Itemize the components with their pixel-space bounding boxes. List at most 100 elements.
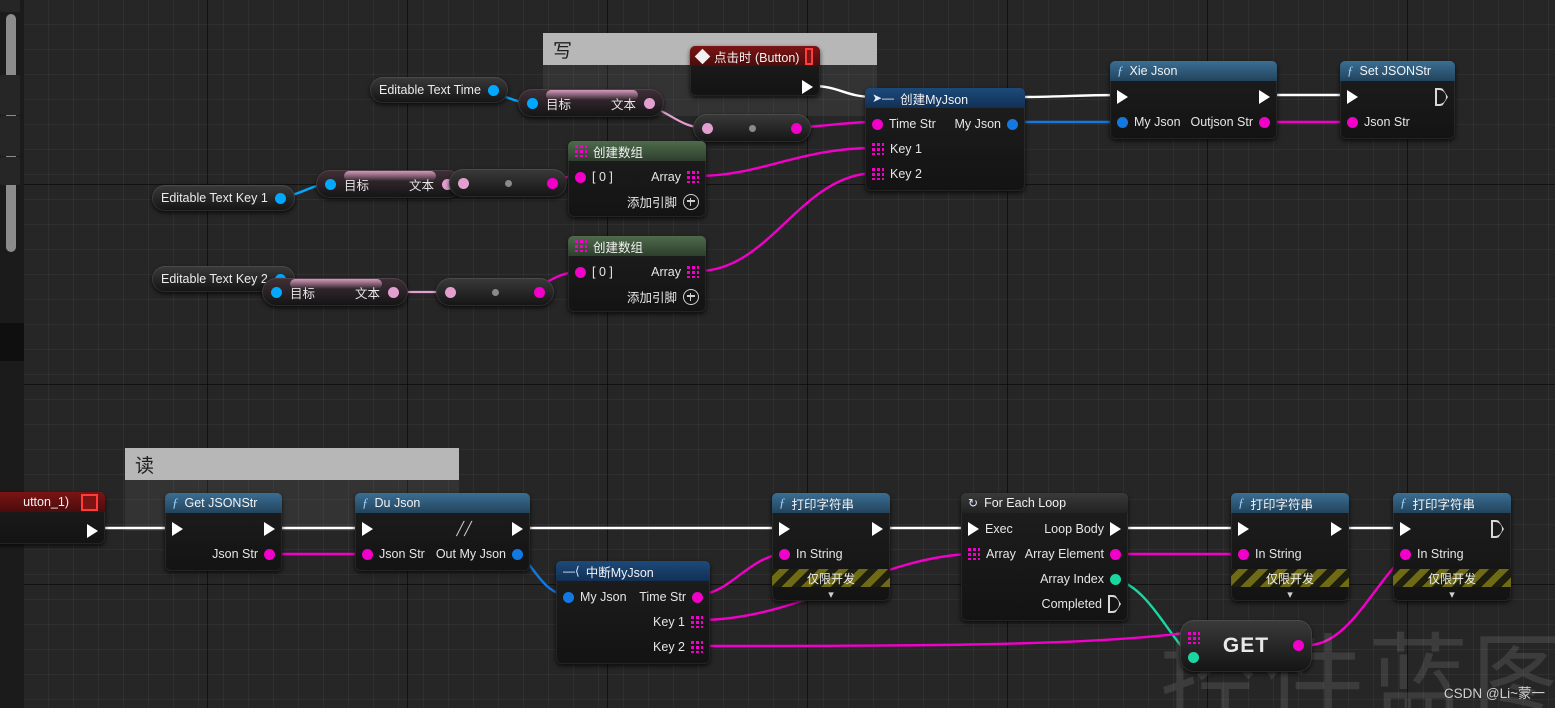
append-out-pin[interactable] [534, 286, 545, 298]
event-stop-button[interactable] [81, 493, 98, 511]
node-get-text-key1[interactable]: 目标 文本 [316, 170, 462, 198]
exec-in-pin[interactable] [1238, 522, 1249, 536]
item-out-pin[interactable] [1293, 640, 1304, 651]
target-label: 目标 [290, 286, 316, 301]
in-string-pin[interactable] [779, 548, 790, 560]
node-append-key2[interactable] [436, 278, 554, 306]
exec-out-pin[interactable] [87, 524, 98, 538]
append-mid-pin[interactable] [491, 288, 499, 296]
exec-out-pin[interactable] [1435, 88, 1448, 106]
array-in-pin[interactable] [968, 548, 980, 560]
array-out-pin[interactable] [687, 266, 699, 278]
time-str-in-pin[interactable] [872, 118, 883, 130]
json-str-in-pin[interactable] [1347, 116, 1358, 128]
node-make-array-1[interactable]: 创建数组 [ 0 ] Array 添加引脚 [568, 141, 706, 217]
node-print-string-3[interactable]: ƒ 打印字符串 In String 仅限开发 ▾ [1393, 493, 1511, 601]
in-string-pin[interactable] [1400, 548, 1411, 560]
development-only-banner: 仅限开发 [1393, 569, 1511, 587]
node-get-text-time[interactable]: 目标 文本 [518, 89, 664, 117]
completed-out-pin[interactable] [1108, 595, 1121, 613]
node-print-string-2[interactable]: ƒ 打印字符串 In String 仅限开发 ▾ [1231, 493, 1349, 601]
json-str-in-pin[interactable] [362, 548, 373, 560]
text-out-pin[interactable] [388, 286, 399, 298]
node-get-text-key2[interactable]: 目标 文本 [262, 278, 408, 306]
variable-label: Editable Text Time [379, 83, 481, 97]
array-out-pin[interactable] [687, 171, 699, 183]
exec-out-pin[interactable] [264, 522, 275, 536]
exec-in-pin[interactable] [968, 522, 979, 536]
index-in-pin[interactable] [1188, 652, 1199, 663]
key2-in-pin[interactable] [872, 168, 884, 180]
event-stop-button[interactable] [805, 47, 813, 65]
array-element-out-pin[interactable] [1110, 548, 1121, 560]
in-string-pin[interactable] [1238, 548, 1249, 560]
add-pin-button[interactable]: 添加引脚 [568, 188, 706, 211]
append-in-pin[interactable] [458, 177, 469, 189]
key2-out-pin[interactable] [691, 641, 703, 653]
append-mid-pin[interactable] [504, 179, 512, 187]
exec-in-pin[interactable] [172, 522, 183, 536]
widget-out-pin[interactable] [274, 192, 286, 204]
node-print-string-1[interactable]: ƒ 打印字符串 In String 仅限开发 ▾ [772, 493, 890, 601]
target-in-pin[interactable] [527, 97, 538, 109]
function-icon: ƒ [172, 495, 179, 510]
exec-out-pin[interactable] [802, 80, 813, 94]
node-on-clicked-button-1[interactable]: utton_1) [0, 492, 105, 544]
array-in-pin[interactable] [1188, 632, 1200, 644]
variable-label: Editable Text Key 1 [161, 191, 268, 205]
node-editable-text-time[interactable]: Editable Text Time [370, 77, 508, 103]
append-mid-pin[interactable] [748, 124, 756, 132]
function-icon: ƒ [362, 495, 369, 510]
exec-in-pin[interactable] [1117, 90, 1128, 104]
exec-out-pin[interactable] [872, 522, 883, 536]
node-du-json[interactable]: ƒ Du Json ╱╱ Json Str Out My Json [355, 493, 530, 571]
out-my-json-pin[interactable] [512, 548, 523, 560]
array-item-in-pin[interactable] [575, 171, 586, 183]
expand-chevron-icon[interactable]: ▾ [1393, 587, 1511, 601]
node-break-myjson[interactable]: —⟨ 中断MyJson My Json Time Str Key 1 Key 2 [556, 561, 710, 664]
add-pin-button[interactable]: 添加引脚 [568, 283, 706, 306]
exec-out-pin[interactable] [1331, 522, 1342, 536]
node-get-array-item[interactable]: GET [1180, 620, 1312, 672]
array-item-label: [ 0 ] [592, 170, 613, 184]
outjson-str-pin[interactable] [1259, 116, 1270, 128]
append-in-pin[interactable] [702, 122, 713, 134]
expand-chevron-icon[interactable]: ▾ [772, 587, 890, 601]
node-make-myjson[interactable]: ➤— 创建MyJson Time Str My Json Key 1 Key 2 [865, 88, 1025, 191]
exec-in-pin[interactable] [362, 522, 373, 536]
array-item-in-pin[interactable] [575, 266, 586, 278]
node-get-jsonstr[interactable]: ƒ Get JSONStr Json Str [165, 493, 282, 571]
expand-chevron-icon[interactable]: ▾ [1231, 587, 1349, 601]
exec-out-pin[interactable] [1259, 90, 1270, 104]
exec-in-pin[interactable] [1347, 90, 1358, 104]
node-make-array-2[interactable]: 创建数组 [ 0 ] Array 添加引脚 [568, 236, 706, 312]
my-json-in-pin[interactable] [563, 591, 574, 603]
key1-out-pin[interactable] [691, 616, 703, 628]
json-str-out-pin[interactable] [264, 548, 275, 560]
target-in-pin[interactable] [271, 286, 282, 298]
time-str-out-pin[interactable] [692, 591, 703, 603]
node-for-each-loop[interactable]: ↻ For Each Loop Exec Loop Body Array Arr… [961, 493, 1128, 621]
node-append-key1[interactable] [449, 169, 567, 197]
array-index-out-pin[interactable] [1110, 573, 1121, 585]
node-title: utton_1) [23, 495, 69, 509]
key1-in-pin[interactable] [872, 143, 884, 155]
target-in-pin[interactable] [325, 178, 336, 190]
append-in-pin[interactable] [445, 286, 456, 298]
node-on-clicked-button[interactable]: 点击时 (Button) [690, 46, 820, 96]
widget-out-pin[interactable] [487, 84, 499, 96]
append-out-pin[interactable] [547, 177, 558, 189]
exec-out-pin[interactable] [512, 522, 523, 536]
append-out-pin[interactable] [791, 122, 802, 134]
loop-body-out-pin[interactable] [1110, 522, 1121, 536]
node-append-time[interactable] [693, 114, 811, 142]
exec-out-pin[interactable] [1491, 520, 1504, 538]
my-json-in-pin[interactable] [1117, 116, 1128, 128]
node-editable-text-key1[interactable]: Editable Text Key 1 [152, 185, 295, 211]
text-out-pin[interactable] [644, 97, 655, 109]
node-set-jsonstr[interactable]: ƒ Set JSONStr Json Str [1340, 61, 1455, 139]
my-json-out-pin[interactable] [1007, 118, 1018, 130]
exec-in-pin[interactable] [1400, 522, 1411, 536]
exec-in-pin[interactable] [779, 522, 790, 536]
node-xie-json[interactable]: ƒ Xie Json My Json Outjson Str [1110, 61, 1277, 139]
